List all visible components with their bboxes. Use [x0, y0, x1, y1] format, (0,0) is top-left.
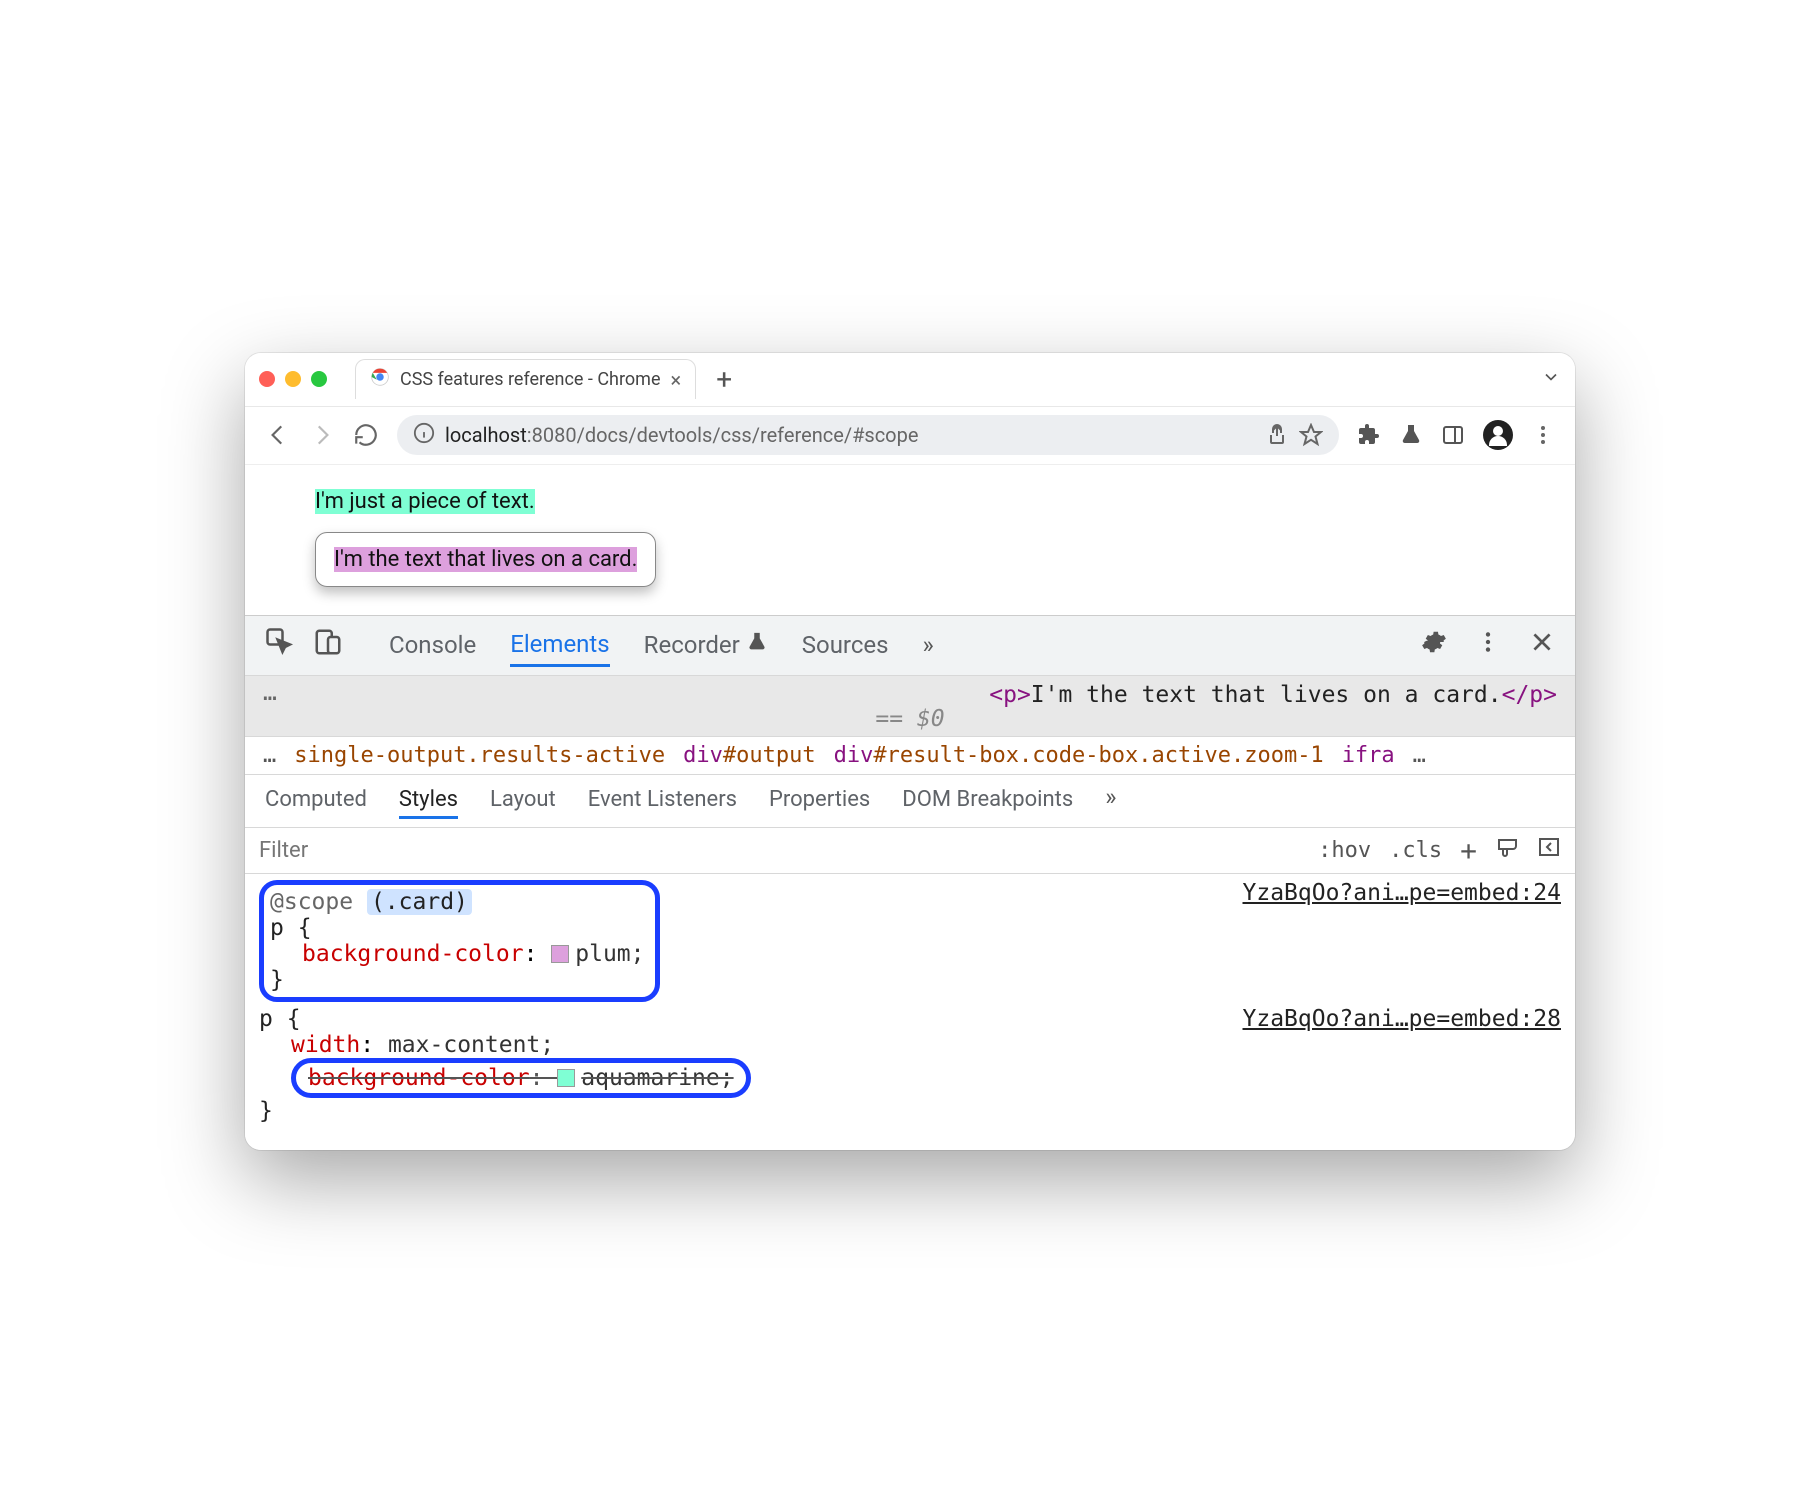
close-tab-icon[interactable]: ×: [671, 368, 682, 392]
card: I'm the text that lives on a card.: [315, 532, 656, 587]
annotation-highlight-overridden: background-color: aquamarine;: [291, 1058, 751, 1098]
subtab-computed[interactable]: Computed: [265, 783, 367, 819]
rule-source-link[interactable]: YzaBqOo?ani…pe=embed:24: [1243, 880, 1562, 906]
kebab-menu-icon[interactable]: [1475, 629, 1501, 661]
color-swatch-aquamarine[interactable]: [557, 1069, 575, 1087]
share-icon[interactable]: [1265, 423, 1289, 447]
subtab-styles[interactable]: Styles: [399, 783, 458, 819]
close-devtools-icon[interactable]: [1529, 629, 1555, 661]
tabs-dropdown-icon[interactable]: [1541, 367, 1561, 391]
subtab-layout[interactable]: Layout: [490, 783, 556, 819]
styles-sidebar-tabs: Computed Styles Layout Event Listeners P…: [245, 775, 1575, 828]
browser-window: CSS features reference - Chrome × + loca…: [245, 353, 1575, 1150]
traffic-lights: [259, 371, 327, 387]
subtab-properties[interactable]: Properties: [769, 783, 870, 819]
site-info-icon[interactable]: [413, 422, 435, 449]
paragraph-1: I'm just a piece of text.: [315, 489, 535, 514]
bookmark-icon[interactable]: [1299, 423, 1323, 447]
new-tab-button[interactable]: +: [716, 363, 732, 396]
styles-filter-input[interactable]: [259, 838, 459, 863]
toggle-sidebar-icon[interactable]: [1537, 835, 1561, 865]
settings-icon[interactable]: [1421, 629, 1447, 661]
profile-avatar[interactable]: [1483, 420, 1513, 450]
cls-toggle[interactable]: .cls: [1389, 838, 1442, 863]
devtools-panel: Console Elements Recorder Sources » … <p…: [245, 615, 1575, 1150]
beaker-icon: [746, 631, 768, 659]
browser-toolbar: localhost:8080/docs/devtools/css/referen…: [245, 407, 1575, 465]
device-toolbar-icon[interactable]: [313, 627, 343, 663]
hov-toggle[interactable]: :hov: [1318, 838, 1371, 863]
extensions-icon[interactable]: [1357, 423, 1381, 447]
close-window-button[interactable]: [259, 371, 275, 387]
more-subtabs-icon[interactable]: »: [1105, 783, 1116, 819]
rule-source-link[interactable]: YzaBqOo?ani…pe=embed:28: [1243, 1006, 1562, 1032]
paint-brush-icon[interactable]: [1495, 835, 1519, 865]
minimize-window-button[interactable]: [285, 371, 301, 387]
color-swatch-plum[interactable]: [551, 945, 569, 963]
styles-toolbar: :hov .cls +: [245, 828, 1575, 874]
style-rule-1[interactable]: YzaBqOo?ani…pe=embed:24 @scope (.card) p…: [259, 880, 1561, 996]
new-style-rule-icon[interactable]: +: [1460, 834, 1477, 867]
tab-sources[interactable]: Sources: [802, 625, 889, 665]
sidepanel-icon[interactable]: [1441, 423, 1465, 447]
chrome-icon: [370, 367, 390, 392]
browser-menu-icon[interactable]: [1531, 423, 1555, 447]
crumb[interactable]: single-output.results-active: [294, 743, 665, 768]
elements-tree-selected[interactable]: … <p>I'm the text that lives on a card.<…: [245, 676, 1575, 737]
dom-breadcrumbs[interactable]: … single-output.results-active div#outpu…: [245, 737, 1575, 775]
subtab-eventlisteners[interactable]: Event Listeners: [588, 783, 737, 819]
browser-tab[interactable]: CSS features reference - Chrome ×: [355, 359, 696, 399]
tab-recorder[interactable]: Recorder: [644, 625, 768, 665]
page-viewport: I'm just a piece of text. I'm the text t…: [245, 465, 1575, 615]
crumb[interactable]: div#result-box.code-box.active.zoom-1: [834, 743, 1324, 768]
annotation-highlight-scope: @scope (.card) p { background-color: plu…: [259, 880, 660, 1002]
forward-button[interactable]: [309, 422, 335, 448]
tab-console[interactable]: Console: [389, 625, 476, 665]
maximize-window-button[interactable]: [311, 371, 327, 387]
inspect-element-icon[interactable]: [265, 627, 295, 663]
url: localhost:8080/docs/devtools/css/referen…: [445, 423, 918, 447]
crumb[interactable]: div#output: [683, 743, 815, 768]
more-tabs-icon[interactable]: »: [923, 631, 934, 659]
tab-title: CSS features reference - Chrome: [400, 369, 661, 390]
titlebar: CSS features reference - Chrome × +: [245, 353, 1575, 407]
crumb[interactable]: ifra: [1342, 743, 1395, 768]
address-bar[interactable]: localhost:8080/docs/devtools/css/referen…: [397, 415, 1339, 455]
reload-button[interactable]: [353, 422, 379, 448]
style-rules: YzaBqOo?ani…pe=embed:24 @scope (.card) p…: [245, 874, 1575, 1150]
style-rule-2[interactable]: YzaBqOo?ani…pe=embed:28 p { width: max-c…: [259, 1006, 1561, 1124]
subtab-dombreakpoints[interactable]: DOM Breakpoints: [902, 783, 1073, 819]
tab-elements[interactable]: Elements: [510, 624, 609, 667]
paragraph-2: I'm the text that lives on a card.: [334, 547, 637, 572]
devtools-tabs: Console Elements Recorder Sources »: [245, 616, 1575, 676]
labs-icon[interactable]: [1399, 423, 1423, 447]
back-button[interactable]: [265, 422, 291, 448]
